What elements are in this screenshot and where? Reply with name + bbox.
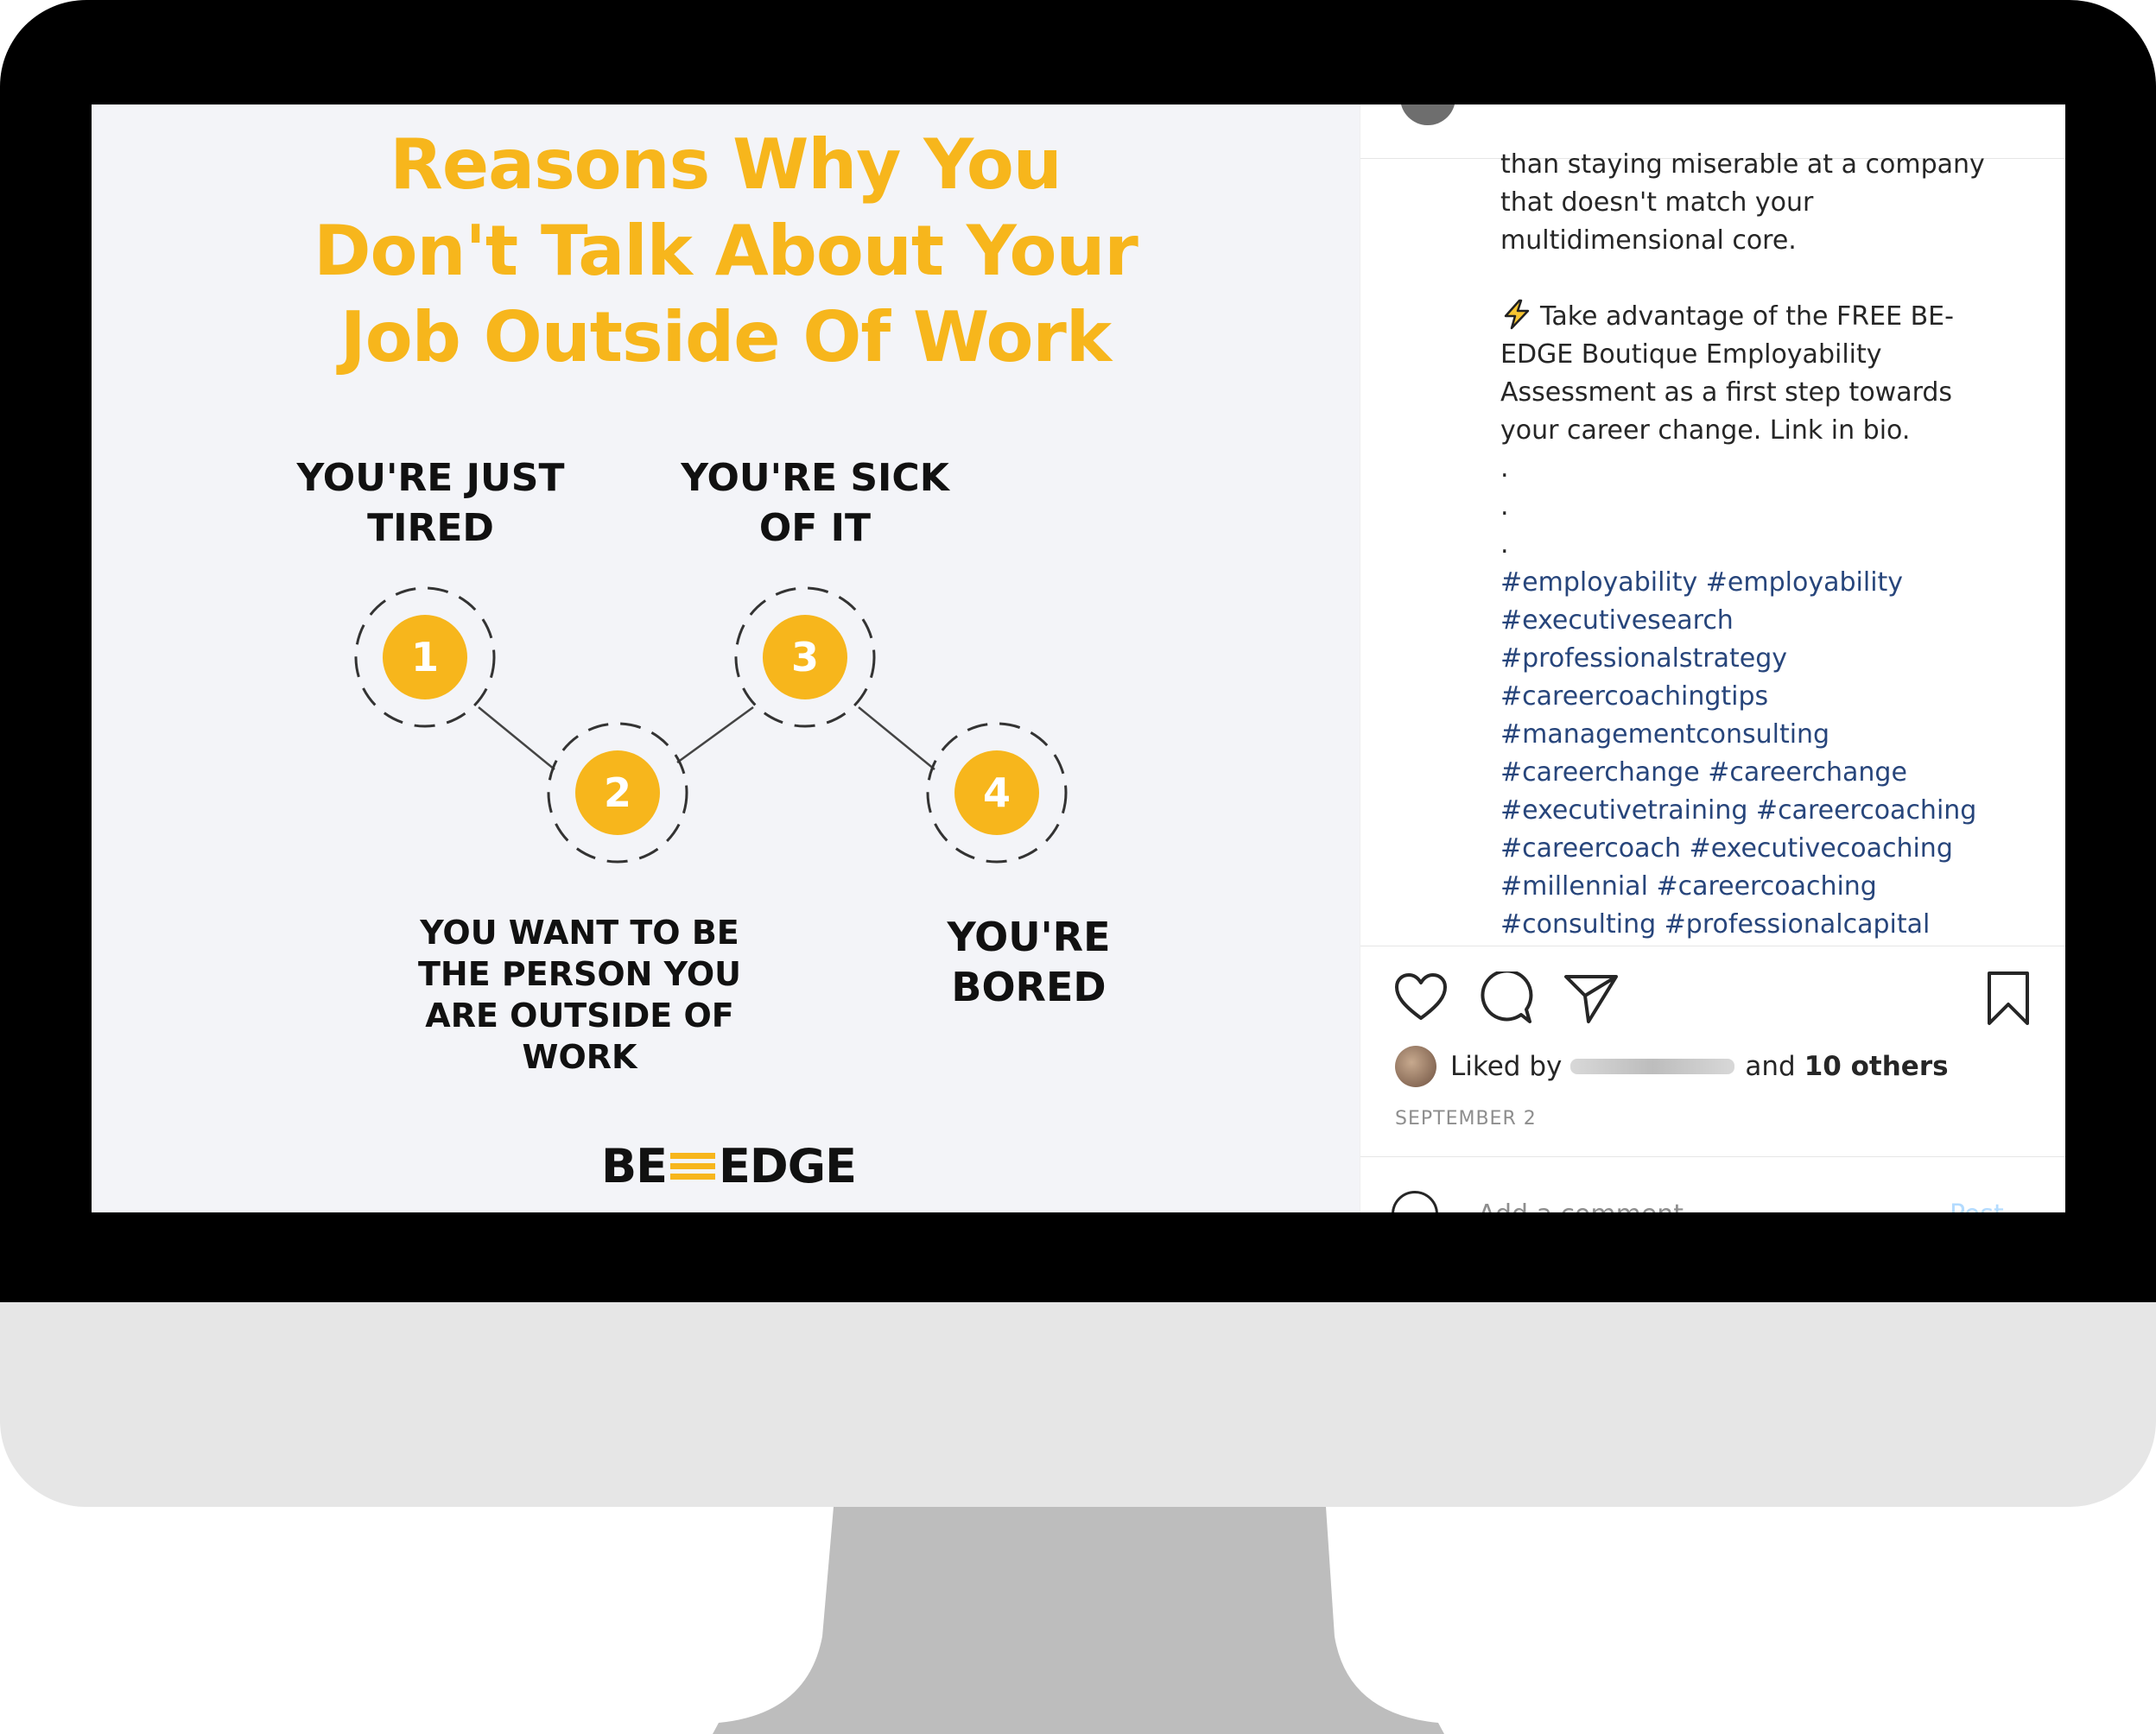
caption-line-text: Take advantage of the FREE BE- <box>1540 301 1954 332</box>
hashtag-line[interactable]: #managementconsulting <box>1500 716 2019 754</box>
bookmark-icon[interactable] <box>1984 970 2032 1027</box>
step-number-4: 4 <box>983 769 1011 816</box>
hashtag-line[interactable]: #careerchange #careerchange <box>1500 754 2019 792</box>
liker-avatar[interactable] <box>1395 1046 1436 1087</box>
likes-row: Liked by and 10 others <box>1395 1045 1949 1088</box>
liked-by-label: Liked by <box>1450 1051 1563 1082</box>
caption-line: Take advantage of the FREE BE- <box>1500 298 2019 336</box>
hashtag-line[interactable]: #careercoachingtips <box>1500 678 2019 716</box>
step-number-2: 2 <box>604 769 631 816</box>
hashtag-line[interactable]: #executivetraining #careercoaching <box>1500 792 2019 830</box>
caption-line: your career change. Link in bio. <box>1500 415 1911 446</box>
brand-logo-right: EDGE <box>719 1139 857 1193</box>
post-side-panel: than staying miserable at a company that… <box>1360 104 2065 1212</box>
step-number-1: 1 <box>411 634 439 680</box>
hashtag-line[interactable]: #millennial #careercoaching <box>1500 868 2019 906</box>
hashtag-line[interactable]: #consulting #professionalcapital <box>1500 906 2019 944</box>
step-connectors <box>478 706 935 770</box>
comment-divider <box>1360 1156 2065 1157</box>
caption-line: . <box>1500 491 1509 522</box>
step-dots <box>383 615 1039 835</box>
caption-line: EDGE Boutique Employability <box>1500 339 1882 370</box>
share-icon[interactable] <box>1563 971 1620 1025</box>
monitor-chin <box>0 1302 2156 1507</box>
step-label-2: YOU WANT TO BE THE PERSON YOU ARE OUTSID… <box>417 914 741 1076</box>
connector-1-2 <box>478 706 555 770</box>
caption-line: . <box>1500 453 1509 484</box>
hashtag-line[interactable]: #executivesearch <box>1500 602 2019 640</box>
likes-and: and <box>1745 1051 1796 1082</box>
connector-3-4 <box>858 706 935 770</box>
author-avatar[interactable] <box>1400 104 1455 125</box>
lightning-bolt-icon <box>1504 299 1530 330</box>
brand-bars-icon <box>670 1153 716 1180</box>
hashtag-line[interactable]: #professionalstrategy <box>1500 640 2019 678</box>
caption-line: . <box>1500 529 1509 560</box>
step-number-3: 3 <box>791 634 819 680</box>
likes-others-link[interactable]: 10 others <box>1804 1051 1949 1082</box>
caption-line: Assessment as a first step towards <box>1500 377 1953 408</box>
heart-icon[interactable] <box>1393 971 1449 1023</box>
monitor-stand <box>713 1507 1444 1734</box>
redacted-username <box>1570 1059 1735 1074</box>
comment-icon[interactable] <box>1478 971 1533 1025</box>
screen: Reasons Why You Don't Talk About Your Jo… <box>92 104 2065 1212</box>
comment-input[interactable]: Add a comment... <box>1478 1199 1709 1212</box>
caption-line: than staying miserable at a company <box>1500 149 1985 180</box>
post-comment-button[interactable]: Post <box>1950 1199 2004 1212</box>
hashtag-line[interactable]: #careercoach #executivecoaching <box>1500 830 2019 868</box>
caption-line: multidimensional core. <box>1500 225 1797 256</box>
hashtag-line[interactable]: #employability #employability <box>1500 564 2019 602</box>
emoji-icon[interactable] <box>1392 1191 1438 1212</box>
caption-line: that doesn't match your <box>1500 187 1814 218</box>
post-image: Reasons Why You Don't Talk About Your Jo… <box>92 104 1360 1212</box>
caption: than staying miserable at a company that… <box>1500 146 2019 1009</box>
step-label-1: YOU'RE JUST TIRED <box>296 456 565 550</box>
connector-2-3 <box>676 706 754 764</box>
step-rings <box>354 586 1068 864</box>
step-label-3: YOU'RE SICK OF IT <box>681 456 949 550</box>
brand-logo: BE EDGE <box>601 1139 857 1193</box>
post-date: SEPTEMBER 2 <box>1395 1108 1537 1130</box>
step-label-4: YOU'RE BORED <box>947 914 1111 1010</box>
brand-logo-left: BE <box>601 1139 668 1193</box>
